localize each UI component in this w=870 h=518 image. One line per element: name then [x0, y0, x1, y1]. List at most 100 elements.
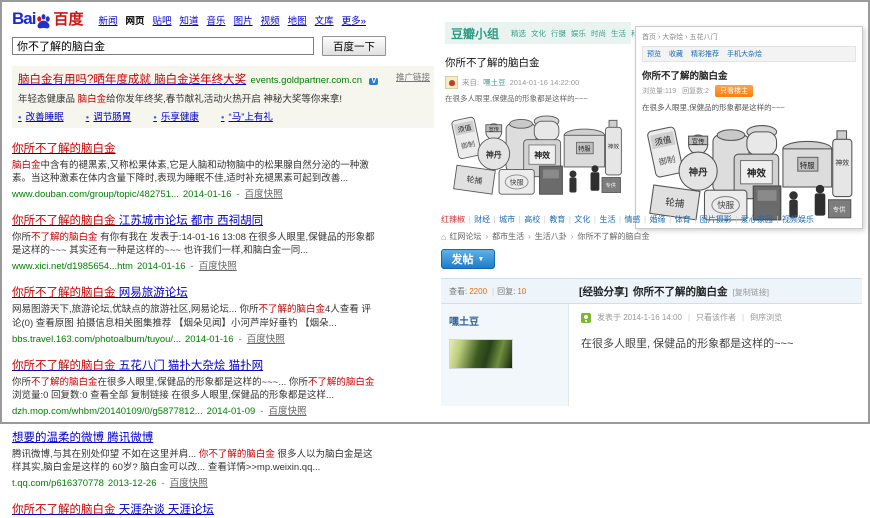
search-result: 你所不了解的脑白金 五花八门 猫扑大杂烩 猫扑网 你所不了解的脑白金在很多人眼里…	[12, 356, 434, 417]
rednet-nav-item[interactable]: 体育	[666, 214, 691, 225]
douban-header-bar: 豆瓣小组 精选 文化 行摄 娱乐 时尚 生活 科技	[445, 22, 631, 44]
poster-username-link[interactable]: 嘿土豆	[449, 317, 479, 328]
result-date: 2014-01-09	[207, 406, 256, 417]
search-result: 你所不了解的脑白金 脑白金中含有的褪黑素,又称松果体素,它是人脑和动物脑中的松果…	[12, 139, 434, 200]
baidu-logo-hanzi: 百度	[53, 8, 83, 29]
only-op-button[interactable]: 只看楼主	[715, 85, 753, 97]
rednet-nav-item[interactable]: 财经	[465, 214, 490, 225]
ad-sitelink[interactable]: 乐享健康	[153, 109, 199, 123]
baidu-cache-link[interactable]: 百度快照	[170, 478, 208, 489]
breadcrumb-item[interactable]: 红网论坛	[449, 231, 481, 242]
mop-forum-panel: 首页 › 大杂烩 › 五花八门 预览 收藏 精彩推荐 手机大杂烩 你所不了解的脑…	[635, 26, 863, 229]
douban-nav-item[interactable]: 时尚	[591, 28, 606, 39]
nav-zhidao[interactable]: 知道	[180, 13, 199, 27]
rednet-nav: 红辣椒 财经 城市 高校 教育 文化 生活 情感 婚缘 体育 图片摄影 爱心家园…	[441, 214, 862, 225]
mop-tab[interactable]: 手机大杂烩	[727, 49, 762, 59]
baidu-header: Bai 百度 新闻 网页 贴吧 知道 音乐 图片 视频 地图 文库 更多»	[12, 8, 434, 29]
views-label: 查看:	[449, 287, 467, 296]
dash: -	[162, 478, 165, 489]
douban-post-time: 2014-01-16 14:22:00	[510, 78, 580, 87]
result-title-link[interactable]: 你所不了解的脑白金 天涯杂谈 天涯论坛	[12, 504, 214, 516]
online-status-icon	[581, 313, 591, 323]
mop-thread-title: 你所不了解的脑白金	[642, 68, 856, 82]
rednet-nav-item[interactable]: 生活	[590, 214, 615, 225]
ad-description: 年轻态健康品 脑白金给你发年终奖,春节献礼活动火热开启 神秘大奖等你来拿!	[18, 91, 388, 105]
baidu-logo-latin: Bai	[12, 9, 35, 29]
nav-news[interactable]: 新闻	[98, 13, 117, 27]
douban-author-link[interactable]: 嘿土豆	[483, 77, 506, 88]
chevron-down-icon: ▼	[478, 256, 485, 263]
mop-tab[interactable]: 预览	[647, 49, 661, 59]
rednet-nav-item[interactable]: 红辣椒	[441, 214, 465, 225]
baidu-logo[interactable]: Bai 百度	[12, 8, 83, 29]
result-title-link[interactable]: 你所不了解的脑白金	[12, 143, 116, 155]
result-title-link[interactable]: 你所不了解的脑白金 网易旅游论坛	[12, 287, 188, 299]
thread-tag[interactable]: [经验分享]	[579, 284, 628, 299]
forum-composite: 豆瓣小组 精选 文化 行摄 娱乐 时尚 生活 科技 你所不了解的脑白金 来自: …	[439, 8, 864, 420]
douban-group-logo[interactable]: 豆瓣小组	[451, 25, 499, 42]
rednet-nav-item[interactable]: 视频娱乐	[773, 214, 814, 225]
new-post-button[interactable]: 发帖 ▼	[441, 249, 495, 269]
douban-group-panel: 豆瓣小组 精选 文化 行摄 娱乐 时尚 生活 科技 你所不了解的脑白金 来自: …	[445, 22, 631, 196]
search-input[interactable]	[12, 37, 314, 55]
rednet-nav-item[interactable]: 教育	[540, 214, 565, 225]
ad-sitelink[interactable]: 改善睡眠	[18, 109, 64, 123]
baidu-cache-link[interactable]: 百度快照	[245, 189, 283, 200]
baidu-cache-link[interactable]: 百度快照	[247, 334, 285, 345]
ad-title-link[interactable]: 脑白金有用吗?晒年度成就 脑白金送年终大奖	[18, 74, 246, 86]
result-url-line: www.xici.net/d1985654...htm2014-01-16-百度…	[12, 258, 434, 272]
result-title-link[interactable]: 想要的温柔的微博 腾讯微博	[12, 432, 153, 444]
home-icon[interactable]: ⌂	[441, 232, 446, 242]
nav-more[interactable]: 更多»	[342, 13, 366, 27]
nav-web[interactable]: 网页	[126, 13, 145, 27]
rednet-nav-item[interactable]: 情感	[615, 214, 640, 225]
promo-links-label[interactable]: 推广链接	[396, 71, 430, 83]
screenshot-root: { "baidu": { "logo": { "latin": "Bai", "…	[0, 0, 870, 424]
mop-tab[interactable]: 精彩推荐	[691, 49, 719, 59]
ad-result: 推广链接 脑白金有用吗?晒年度成就 脑白金送年终大奖 events.goldpa…	[12, 66, 434, 128]
rednet-nav-item[interactable]: 爱心家园	[732, 214, 773, 225]
poster-avatar[interactable]	[449, 339, 513, 369]
ad-sitelink[interactable]: “马”上有礼	[221, 109, 273, 123]
dash: -	[191, 261, 194, 272]
douban-avatar[interactable]	[445, 76, 458, 89]
douban-nav-item[interactable]: 娱乐	[571, 28, 586, 39]
breadcrumb-item[interactable]: 都市生活	[481, 231, 524, 242]
ad-sitelink[interactable]: 调节肠胃	[86, 109, 132, 123]
breadcrumb-item[interactable]: 生活八卦	[524, 231, 567, 242]
result-date: 2014-01-16	[185, 334, 234, 345]
rednet-nav-item[interactable]: 城市	[490, 214, 515, 225]
from-label: 来自:	[462, 77, 479, 88]
nav-images[interactable]: 图片	[234, 13, 253, 27]
rednet-nav-item[interactable]: 高校	[515, 214, 540, 225]
rednet-nav-item[interactable]: 婚缘	[641, 214, 666, 225]
dash: -	[237, 189, 240, 200]
rednet-nav-item[interactable]: 文化	[565, 214, 590, 225]
post-meta-line: 发表于 2014-1-16 14:00 | 只看该作者 | 倒序浏览	[581, 312, 850, 323]
reverse-order-link[interactable]: 倒序浏览	[750, 312, 782, 323]
douban-nav-item[interactable]: 文化	[531, 28, 546, 39]
result-title-link[interactable]: 你所不了解的脑白金 江苏城市论坛 都市 西祠胡同	[12, 215, 263, 227]
copy-link[interactable]: [复制链接]	[733, 287, 769, 298]
nav-tieba[interactable]: 贴吧	[153, 13, 172, 27]
search-button[interactable]: 百度一下	[322, 36, 386, 56]
result-snippet: 你所不了解的脑白金 有你有我在 发表于:14-01-16 13:08 在很多人眼…	[12, 231, 378, 257]
nav-wenku[interactable]: 文库	[315, 13, 334, 27]
baidu-cache-link[interactable]: 百度快照	[199, 261, 237, 272]
douban-nav-item[interactable]: 行摄	[551, 28, 566, 39]
result-title-link[interactable]: 你所不了解的脑白金 五花八门 猫扑大杂烩 猫扑网	[12, 360, 263, 372]
result-snippet: 脑白金中含有的褪黑素,又称松果体素,它是人脑和动物脑中的松果腺自然分泌的一种激素…	[12, 159, 378, 185]
nav-video[interactable]: 视频	[261, 13, 280, 27]
ad-url[interactable]: events.goldpartner.com.cn	[251, 75, 362, 86]
douban-nav-item[interactable]: 生活	[611, 28, 626, 39]
nav-maps[interactable]: 地图	[288, 13, 307, 27]
thread-stats: 查看:2200|回复:10	[441, 286, 569, 297]
poster-panel: 嘿土豆	[441, 304, 569, 406]
rednet-nav-item[interactable]: 图片摄影	[691, 214, 732, 225]
douban-nav-item[interactable]: 精选	[511, 28, 526, 39]
mop-tab[interactable]: 收藏	[669, 49, 683, 59]
nav-music[interactable]: 音乐	[207, 13, 226, 27]
only-author-link[interactable]: 只看该作者	[696, 312, 736, 323]
baidu-cache-link[interactable]: 百度快照	[268, 406, 306, 417]
result-url: bbs.travel.163.com/photoalbum/tuyou/...	[12, 334, 181, 345]
